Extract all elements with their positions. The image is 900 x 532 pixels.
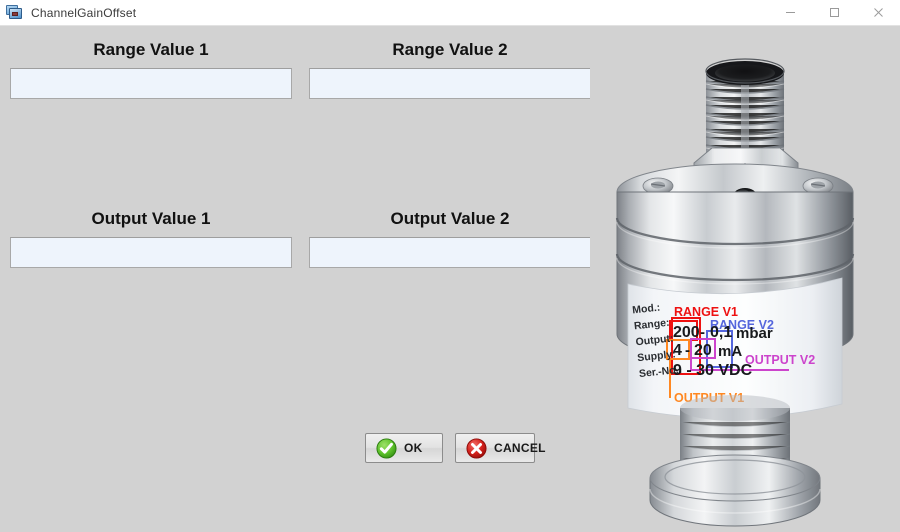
annotation-range-v1-label: RANGE V1 <box>674 305 738 319</box>
title-bar: ChannelGainOffset <box>0 0 900 26</box>
range-v2-value: 0,1 <box>710 324 732 341</box>
check-circle-icon <box>376 437 397 459</box>
x-circle-icon <box>466 437 487 459</box>
output-v1-value: 4 <box>673 342 682 359</box>
output-value-1-label: Output Value 1 <box>91 209 211 228</box>
supply-value: 9 - 30 VDC <box>673 362 753 379</box>
ok-button[interactable]: OK <box>365 433 443 463</box>
maximize-button[interactable] <box>812 0 856 26</box>
computer-monitor-icon <box>6 4 23 21</box>
range-value-1-label: Range Value 1 <box>93 40 209 59</box>
output-v2-value: 20 <box>694 342 712 359</box>
range-unit: mbar <box>736 325 773 342</box>
range-value-2-input[interactable] <box>309 68 591 99</box>
output-value-2-label: Output Value 2 <box>390 209 510 228</box>
output-value-2-input[interactable] <box>309 237 591 268</box>
window-controls <box>768 0 900 26</box>
output-value-1-input[interactable] <box>10 237 292 268</box>
output-unit: mA <box>718 343 742 360</box>
cancel-button[interactable]: CANCEL <box>455 433 546 463</box>
annotation-output-v2-label: OUTPUT V2 <box>745 353 815 367</box>
range-value-2-label: Range Value 2 <box>392 40 508 59</box>
pressure-sensor-image: RANGE V1 RANGE V2 OUTPUT V1 OUTPUT V2 <box>590 26 900 532</box>
minimize-button[interactable] <box>768 0 812 26</box>
window-title: ChannelGainOffset <box>31 5 137 20</box>
application-window: ChannelGainOffset Range Value 1 Range Va… <box>0 0 900 532</box>
range-separator: - <box>700 324 705 341</box>
ok-button-label: OK <box>404 441 423 455</box>
range-value-1-input[interactable] <box>10 68 292 99</box>
close-button[interactable] <box>856 0 900 26</box>
cancel-button-label: CANCEL <box>494 441 546 455</box>
range-v1-value: 200 <box>673 324 700 341</box>
output-separator: - <box>685 342 690 359</box>
